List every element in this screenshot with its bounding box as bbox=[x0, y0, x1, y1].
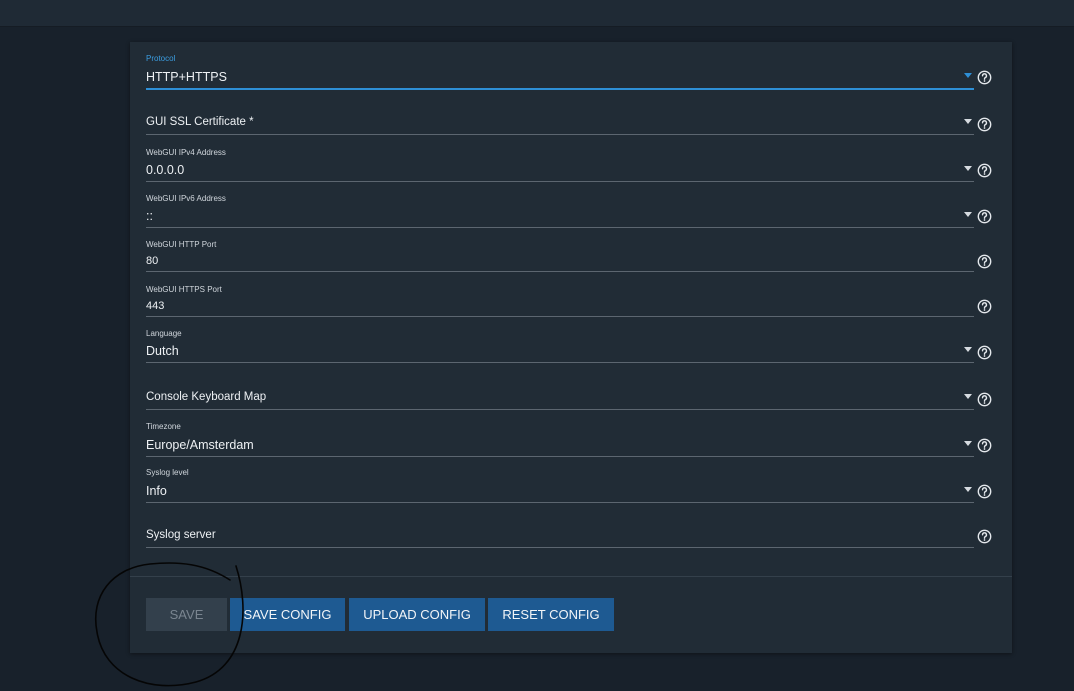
help-circle-icon[interactable] bbox=[977, 163, 992, 178]
webgui-ipv6-address-value: :: bbox=[146, 209, 153, 223]
syslog-level-label: Syslog level bbox=[146, 468, 189, 477]
webgui-http-port-label: WebGUI HTTP Port bbox=[146, 240, 217, 249]
chevron-down-icon bbox=[964, 73, 972, 78]
webgui-http-port-input[interactable]: WebGUI HTTP Port 80 bbox=[146, 240, 974, 272]
general-settings-card: Protocol HTTP+HTTPS GUI SSL Certificate … bbox=[130, 42, 1012, 653]
syslog-level-select[interactable]: Syslog level Info bbox=[146, 468, 974, 503]
protocol-value: HTTP+HTTPS bbox=[146, 70, 227, 84]
language-label: Language bbox=[146, 329, 182, 338]
webgui-https-port-value: 443 bbox=[146, 300, 165, 312]
help-circle-icon[interactable] bbox=[977, 484, 992, 499]
timezone-label: Timezone bbox=[146, 422, 181, 431]
timezone-value: Europe/Amsterdam bbox=[146, 438, 254, 452]
webgui-ipv6-address-select[interactable]: WebGUI IPv6 Address :: bbox=[146, 194, 974, 228]
protocol-select[interactable]: Protocol HTTP+HTTPS bbox=[146, 54, 974, 90]
gui-ssl-certificate-placeholder: GUI SSL Certificate * bbox=[146, 116, 254, 128]
help-circle-icon[interactable] bbox=[977, 254, 992, 269]
chevron-down-icon bbox=[964, 212, 972, 217]
save-button[interactable]: SAVE bbox=[146, 598, 227, 631]
top-app-bar bbox=[0, 0, 1074, 27]
chevron-down-icon bbox=[964, 119, 972, 124]
chevron-down-icon bbox=[964, 166, 972, 171]
webgui-https-port-label: WebGUI HTTPS Port bbox=[146, 285, 222, 294]
syslog-server-placeholder: Syslog server bbox=[146, 529, 216, 541]
save-config-button[interactable]: SAVE CONFIG bbox=[230, 598, 345, 631]
webgui-ipv4-address-value: 0.0.0.0 bbox=[146, 163, 185, 177]
help-circle-icon[interactable] bbox=[977, 345, 992, 360]
chevron-down-icon bbox=[964, 487, 972, 492]
console-keyboard-map-select[interactable]: Console Keyboard Map bbox=[146, 375, 974, 410]
chevron-down-icon bbox=[964, 347, 972, 352]
webgui-http-port-value: 80 bbox=[146, 255, 159, 267]
language-select[interactable]: Language Dutch bbox=[146, 329, 974, 363]
help-circle-icon[interactable] bbox=[977, 438, 992, 453]
gui-ssl-certificate-select[interactable]: GUI SSL Certificate * bbox=[146, 100, 974, 135]
webgui-ipv4-address-select[interactable]: WebGUI IPv4 Address 0.0.0.0 bbox=[146, 148, 974, 182]
console-keyboard-map-placeholder: Console Keyboard Map bbox=[146, 391, 267, 403]
help-circle-icon[interactable] bbox=[977, 299, 992, 314]
webgui-https-port-input[interactable]: WebGUI HTTPS Port 443 bbox=[146, 285, 974, 317]
chevron-down-icon bbox=[964, 441, 972, 446]
help-circle-icon[interactable] bbox=[977, 209, 992, 224]
help-circle-icon[interactable] bbox=[977, 529, 992, 544]
chevron-down-icon bbox=[964, 394, 972, 399]
actions-divider bbox=[130, 576, 1012, 577]
webgui-ipv4-address-label: WebGUI IPv4 Address bbox=[146, 148, 226, 157]
help-circle-icon[interactable] bbox=[977, 392, 992, 407]
timezone-select[interactable]: Timezone Europe/Amsterdam bbox=[146, 422, 974, 457]
syslog-server-input[interactable]: Syslog server bbox=[146, 514, 974, 548]
reset-config-button[interactable]: RESET CONFIG bbox=[488, 598, 614, 631]
protocol-label: Protocol bbox=[146, 54, 176, 63]
syslog-level-value: Info bbox=[146, 484, 167, 498]
language-value: Dutch bbox=[146, 344, 179, 358]
upload-config-button[interactable]: UPLOAD CONFIG bbox=[349, 598, 485, 631]
webgui-ipv6-address-label: WebGUI IPv6 Address bbox=[146, 194, 226, 203]
help-circle-icon[interactable] bbox=[977, 117, 992, 132]
help-circle-icon[interactable] bbox=[977, 70, 992, 85]
